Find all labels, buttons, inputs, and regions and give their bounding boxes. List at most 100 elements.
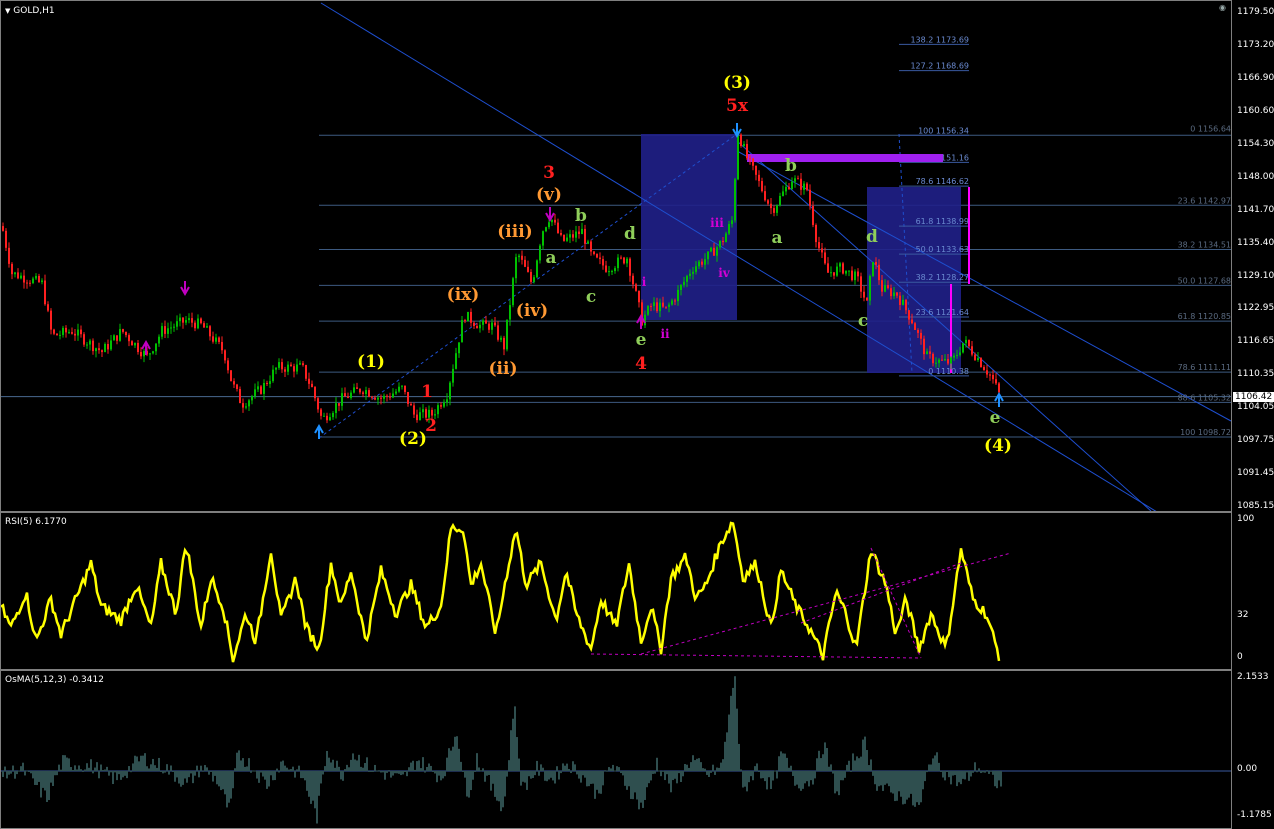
candle-body bbox=[596, 254, 598, 258]
price-chart[interactable]: 100 1156.3488.6 1151.1678.6 1146.6261.8 … bbox=[1, 1, 1231, 511]
osma-bar bbox=[322, 771, 324, 775]
osma-axis-label: 0.00 bbox=[1237, 764, 1258, 774]
osma-bar bbox=[584, 771, 586, 778]
wave-label: e bbox=[636, 330, 647, 350]
osma-bar bbox=[196, 765, 198, 771]
candle-body bbox=[392, 393, 394, 398]
osma-bar bbox=[558, 771, 560, 780]
osma-bar bbox=[632, 771, 634, 800]
osma-bar bbox=[48, 771, 50, 801]
osma-bar bbox=[286, 767, 288, 771]
candle-body bbox=[827, 263, 829, 273]
osma-bar bbox=[272, 771, 274, 781]
candle-body bbox=[950, 357, 952, 364]
candle-body bbox=[533, 277, 535, 282]
candle-body bbox=[455, 353, 457, 369]
osma-bar bbox=[350, 759, 352, 771]
osma-bar bbox=[174, 771, 176, 782]
candle-body bbox=[548, 222, 550, 228]
candle-body bbox=[14, 272, 16, 275]
osma-bar bbox=[874, 771, 876, 785]
price-pane[interactable]: 100 1156.3488.6 1151.1678.6 1146.6261.8 … bbox=[0, 0, 1232, 512]
candle-body bbox=[782, 191, 784, 196]
fib-right-label: 100 1098.72 bbox=[1180, 428, 1231, 437]
osma-bar bbox=[534, 771, 536, 776]
osma-bar bbox=[60, 769, 62, 771]
candle-body bbox=[86, 344, 88, 346]
osma-bar bbox=[752, 771, 754, 781]
osma-bar bbox=[978, 768, 980, 771]
osma-bar bbox=[378, 770, 380, 772]
candle-body bbox=[65, 327, 67, 333]
osma-bar bbox=[188, 771, 190, 778]
candle-body bbox=[911, 319, 913, 324]
close-chart-icon[interactable]: ◉ bbox=[1219, 3, 1226, 12]
fib-left-label: 127.2 1168.69 bbox=[910, 62, 969, 71]
candle-body bbox=[893, 292, 895, 297]
osma-bar bbox=[432, 771, 434, 772]
candle-body bbox=[851, 270, 853, 281]
osma-bar bbox=[366, 757, 368, 771]
osma-bar bbox=[444, 771, 446, 777]
osma-bar bbox=[954, 771, 956, 776]
candle-body bbox=[809, 189, 811, 206]
osma-bar bbox=[252, 770, 254, 772]
candle-body bbox=[593, 251, 595, 255]
candle-body bbox=[968, 339, 970, 347]
osma-pane[interactable]: OsMA(5,12,3) -0.3412 bbox=[0, 670, 1232, 829]
candle-body bbox=[410, 403, 412, 406]
osma-bar bbox=[328, 757, 330, 771]
candle-body bbox=[182, 317, 184, 323]
candle-body bbox=[68, 332, 70, 334]
osma-chart[interactable] bbox=[1, 671, 1231, 828]
candle-body bbox=[350, 392, 352, 398]
osma-bar bbox=[542, 767, 544, 771]
candle-body bbox=[290, 364, 292, 367]
candle-body bbox=[938, 359, 940, 363]
candle-body bbox=[974, 354, 976, 361]
candle-body bbox=[530, 271, 532, 282]
candle-body bbox=[323, 415, 325, 417]
rsi-pane[interactable]: RSI(5) 6.1770 bbox=[0, 512, 1232, 670]
candle-body bbox=[419, 412, 421, 421]
osma-bar bbox=[780, 751, 782, 771]
candle-body bbox=[317, 398, 319, 410]
price-axis-label: 1122.95 bbox=[1237, 303, 1274, 314]
osma-bar bbox=[932, 758, 934, 771]
candle-body bbox=[905, 299, 907, 311]
osma-bar bbox=[766, 771, 768, 790]
osma-bar bbox=[420, 768, 422, 771]
osma-bar bbox=[498, 771, 500, 802]
dropdown-arrow-icon[interactable]: ▼ bbox=[5, 7, 10, 15]
candle-body bbox=[464, 320, 466, 322]
candle-body bbox=[590, 241, 592, 252]
candle-body bbox=[503, 337, 505, 350]
osma-bar bbox=[370, 771, 372, 772]
osma-bar bbox=[386, 771, 388, 773]
candle-body bbox=[380, 397, 382, 399]
osma-bar bbox=[790, 765, 792, 771]
osma-bar bbox=[200, 765, 202, 771]
candle-body bbox=[884, 285, 886, 292]
osma-bar bbox=[238, 750, 240, 771]
osma-bar bbox=[586, 771, 588, 787]
fib-left-label: 78.6 1146.62 bbox=[916, 177, 969, 186]
osma-axis: 2.1533 0.00 -1.1785 bbox=[1232, 670, 1274, 829]
osma-bar bbox=[956, 771, 958, 787]
osma-bar bbox=[942, 771, 944, 778]
candle-body bbox=[923, 338, 925, 355]
osma-bar bbox=[256, 771, 258, 779]
candle-body bbox=[200, 318, 202, 324]
osma-bar bbox=[514, 706, 516, 771]
osma-bar bbox=[464, 771, 466, 778]
wave-label: i bbox=[642, 275, 647, 289]
price-axis-label: 1154.30 bbox=[1237, 138, 1274, 149]
candle-body bbox=[671, 300, 673, 305]
osma-bar bbox=[652, 771, 654, 774]
candle-body bbox=[287, 364, 289, 372]
candle-body bbox=[11, 263, 13, 275]
osma-bar bbox=[82, 771, 84, 772]
rsi-chart[interactable] bbox=[1, 513, 1231, 669]
osma-bar bbox=[468, 771, 470, 798]
osma-bar bbox=[400, 771, 402, 776]
